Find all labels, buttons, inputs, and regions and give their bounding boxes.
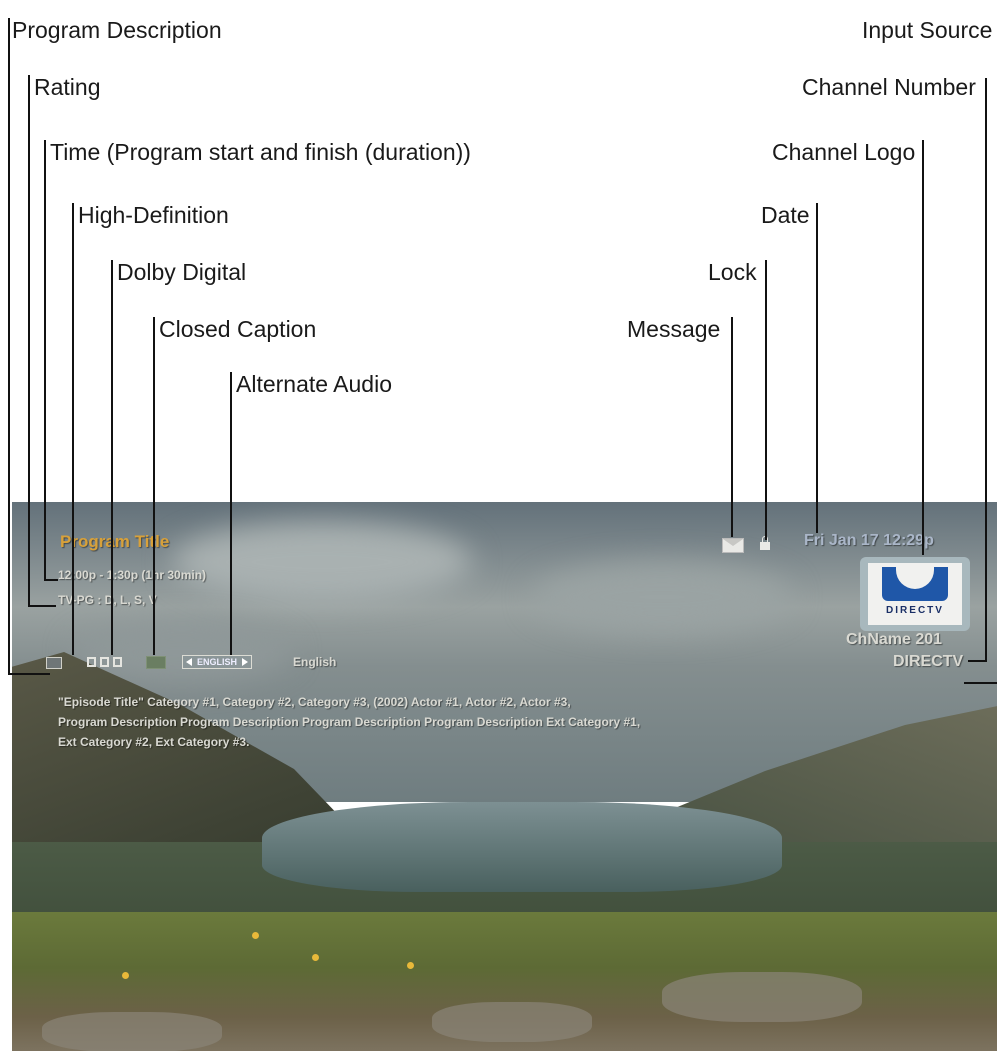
leader-program-description [8, 18, 10, 674]
label-date: Date [761, 202, 810, 228]
description-line-2: Program Description Program Description … [58, 715, 641, 729]
leader-time [44, 140, 46, 581]
leader-alternate-audio [230, 372, 232, 655]
leader-channel-number [985, 78, 987, 662]
dolby-icon [87, 657, 96, 667]
right-arrow-icon [242, 658, 249, 666]
flower [122, 972, 129, 979]
cloud [532, 562, 792, 632]
leader-time-h [44, 579, 58, 581]
logo-inner: DIRECTV [868, 563, 962, 625]
leader-dolby-digital [111, 260, 113, 655]
label-channel-logo: Channel Logo [772, 139, 916, 165]
label-channel-number: Channel Number [802, 74, 976, 100]
label-message: Message [627, 316, 721, 342]
channel-logo: DIRECTV [860, 557, 970, 631]
leader-channel-number-h [968, 660, 987, 662]
flower [312, 954, 319, 961]
channel-name-number: ChName 201 [846, 631, 943, 648]
leader-rating [28, 75, 30, 607]
label-closed-caption: Closed Caption [159, 316, 317, 342]
leader-closed-caption [153, 317, 155, 655]
label-lock: Lock [708, 259, 757, 285]
label-rating: Rating [34, 74, 101, 100]
label-alternate-audio: Alternate Audio [236, 371, 393, 397]
dolby-icon [100, 657, 109, 667]
dolby-icon [113, 657, 122, 667]
rock [42, 1012, 222, 1051]
leader-message [731, 317, 733, 537]
logo-text: DIRECTV [886, 605, 944, 616]
label-high-definition: High-Definition [78, 202, 229, 228]
input-source: DIRECTV [893, 653, 964, 670]
audio-language: English [293, 655, 337, 669]
rock [662, 972, 862, 1022]
description-line-1: "Episode Title" Category #1, Category #2… [58, 695, 571, 709]
left-arrow-icon [186, 658, 192, 666]
label-dolby-digital: Dolby Digital [117, 259, 247, 285]
leader-channel-logo [922, 140, 924, 555]
date-time: Fri Jan 17 12:29p [804, 532, 934, 549]
alternate-audio-language: ENGLISH [197, 657, 238, 667]
padlock-icon [760, 536, 770, 550]
leader-date [816, 203, 818, 533]
flower [407, 962, 414, 969]
flower [252, 932, 259, 939]
program-time: 12:00p - 1:30p (1hr 30min) [58, 568, 207, 582]
envelope-icon [722, 538, 744, 553]
leader-input-source-h [964, 682, 997, 684]
description-line-3: Ext Category #2, Ext Category #3. [58, 735, 250, 749]
tv-screen [12, 502, 997, 1051]
leader-high-definition [72, 203, 74, 655]
cc-icon [146, 656, 166, 669]
leader-lock [765, 260, 767, 540]
rock [432, 1002, 592, 1042]
leader-rating-h [28, 605, 56, 607]
label-program-description: Program Description [12, 17, 222, 43]
label-input-source: Input Source [862, 17, 993, 43]
directv-logo-icon [882, 567, 948, 601]
cloud [172, 522, 472, 602]
label-time: Time (Program start and finish (duration… [50, 139, 471, 165]
hd-icon [46, 657, 62, 669]
lake [262, 802, 782, 892]
leader-program-description-h [8, 673, 50, 675]
alternate-audio-badge: ENGLISH [182, 655, 253, 669]
